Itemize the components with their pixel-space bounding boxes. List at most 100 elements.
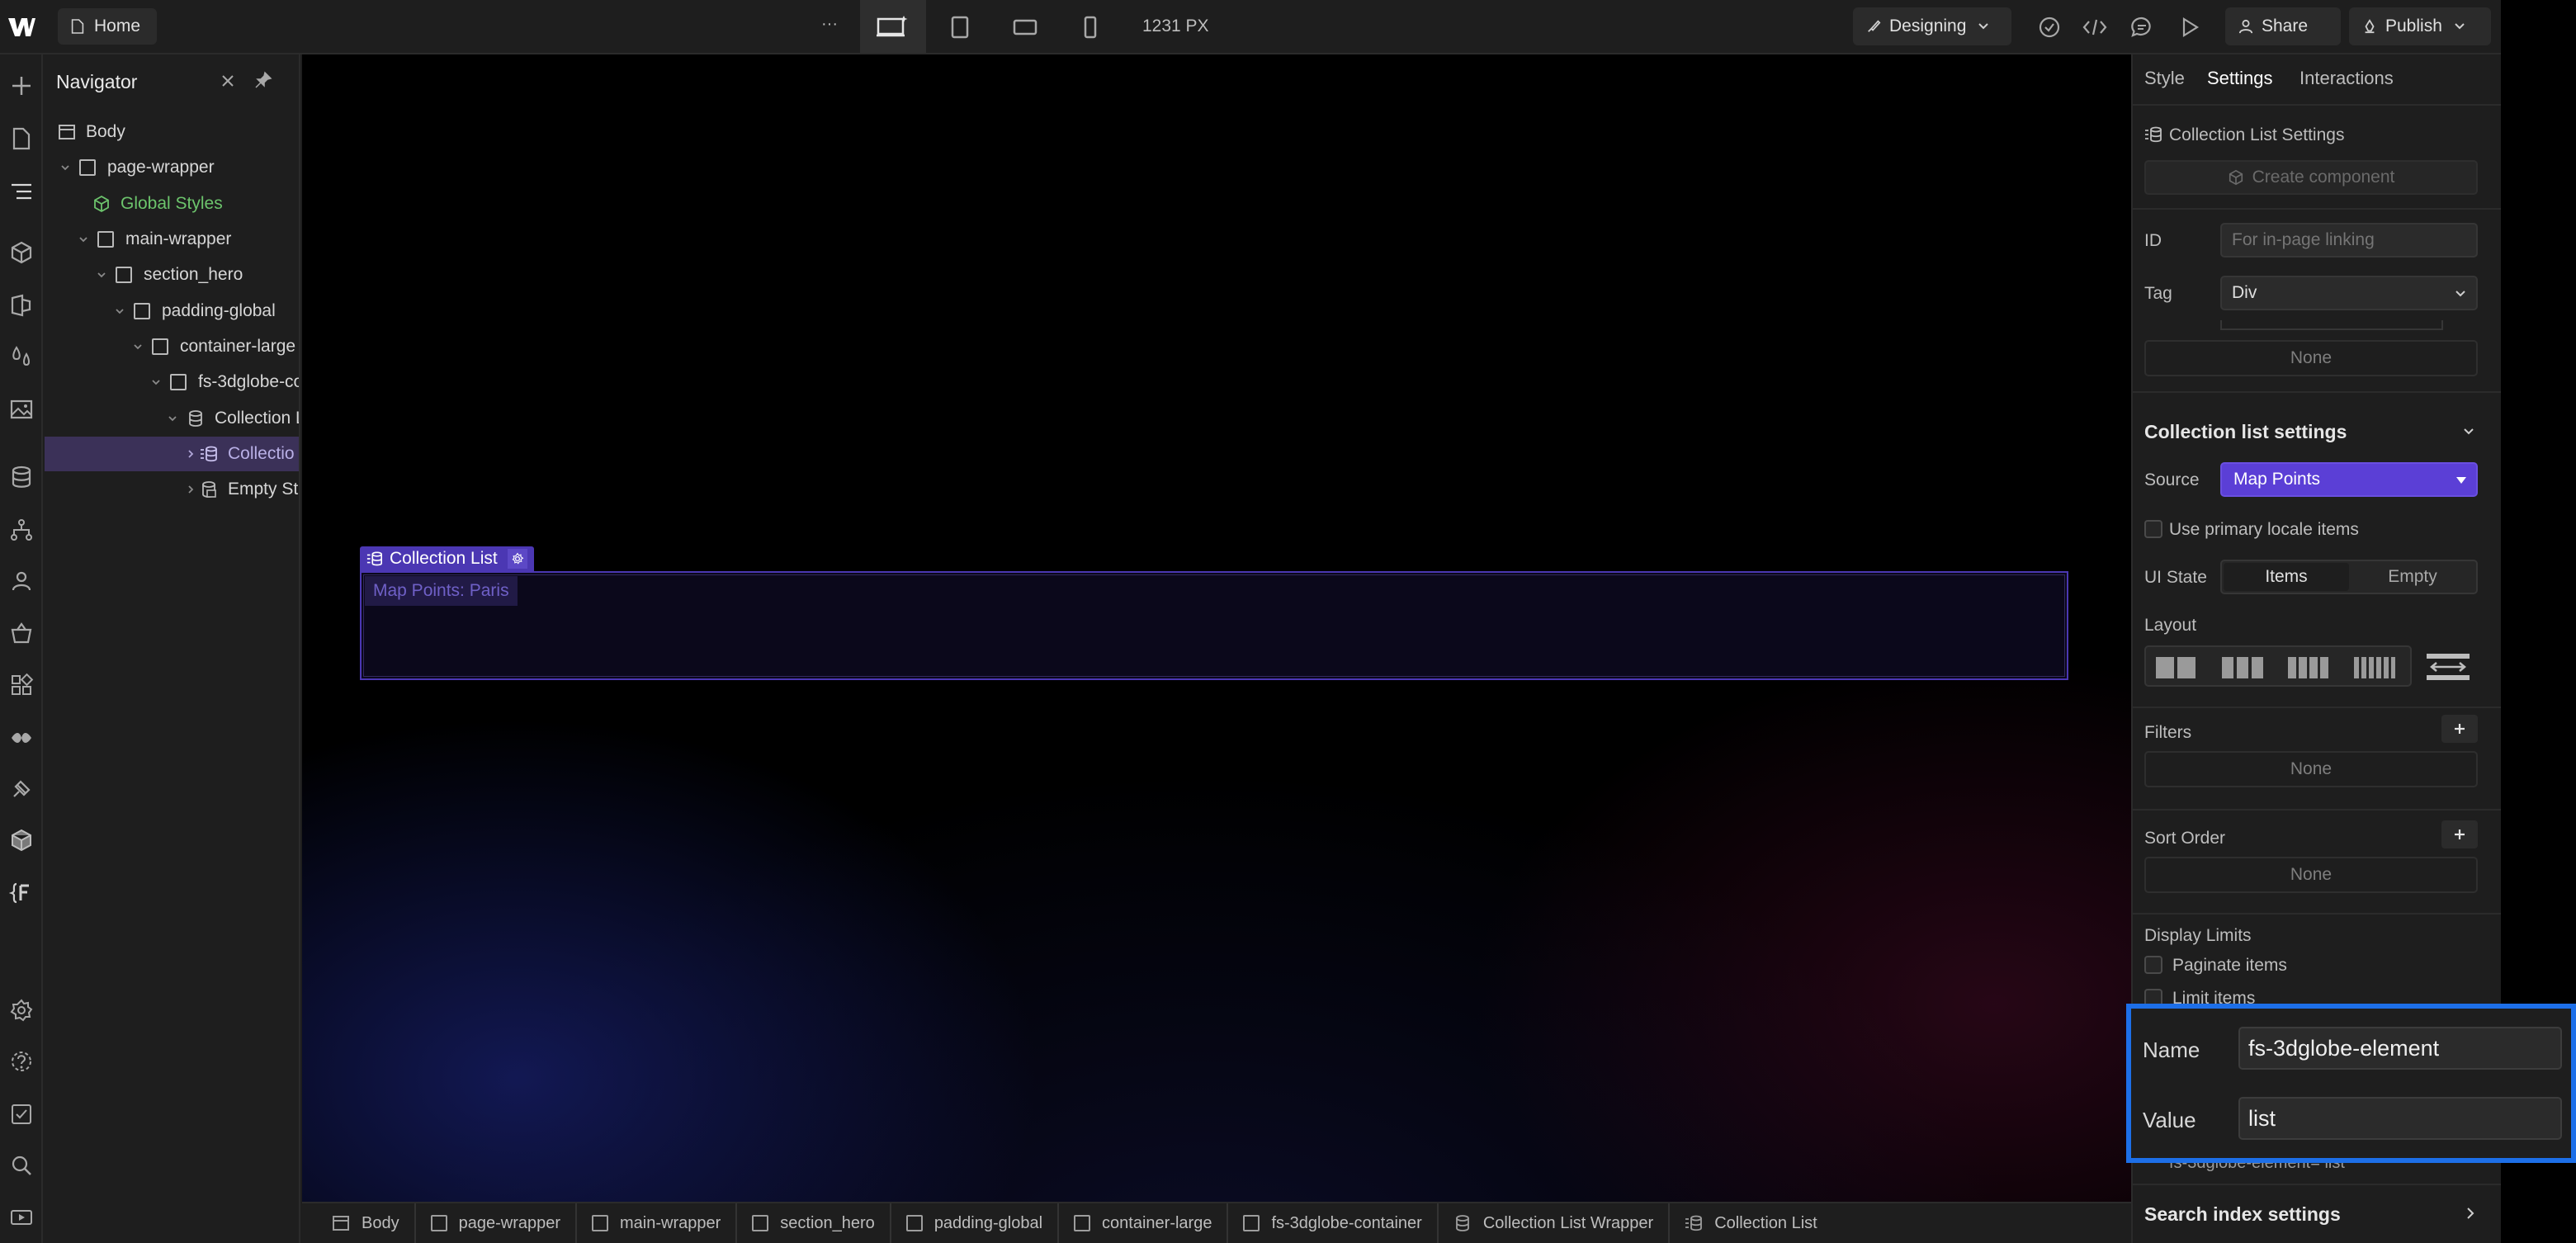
webflow-logo[interactable] — [7, 15, 36, 40]
close-icon[interactable] — [220, 73, 236, 89]
share-button[interactable]: Share — [2225, 7, 2341, 45]
box-icon[interactable] — [7, 825, 36, 855]
tree-item-main-wrapper[interactable]: main-wrapper — [45, 222, 299, 257]
breadcrumb-item[interactable]: section_hero — [737, 1203, 891, 1243]
pages-icon[interactable] — [7, 124, 36, 154]
attribute-name-input[interactable]: fs-3dglobe-element — [2238, 1027, 2562, 1070]
tree-item-collection-list-selected[interactable]: Collectio — [45, 437, 299, 471]
create-component-button[interactable]: Create component — [2144, 160, 2478, 195]
mode-dropdown[interactable]: Designing — [1853, 7, 2011, 45]
help-icon[interactable] — [7, 1047, 36, 1076]
chevron-down-icon — [97, 272, 106, 278]
search-index-title[interactable]: Search index settings — [2144, 1203, 2341, 1226]
tree-item-padding-global[interactable]: padding-global — [45, 294, 299, 328]
attribute-name-value: fs-3dglobe-element — [2248, 1035, 2440, 1061]
breadcrumb-item[interactable]: padding-global — [891, 1203, 1060, 1243]
tab-style[interactable]: Style — [2144, 68, 2185, 89]
layout-4-column-icon[interactable] — [2288, 657, 2329, 678]
id-input[interactable] — [2220, 223, 2478, 258]
element-settings-icon[interactable] — [507, 549, 527, 569]
breadcrumb-item[interactable]: Collection List Wrapper — [1439, 1203, 1671, 1243]
preview-play-icon[interactable] — [2177, 15, 2202, 40]
settings-icon[interactable] — [7, 995, 36, 1025]
layout-advanced-icon[interactable] — [2427, 654, 2470, 680]
collection-list-icon — [1685, 1214, 1703, 1232]
assets-icon[interactable] — [7, 395, 36, 424]
attribute-none-box: None — [2144, 340, 2478, 376]
chevron-right-icon[interactable] — [2466, 1207, 2474, 1220]
publish-button[interactable]: Publish — [2349, 7, 2491, 45]
add-sort-button[interactable] — [2441, 820, 2478, 848]
tablet-icon[interactable] — [948, 15, 972, 40]
apps-icon[interactable] — [7, 670, 36, 700]
ui-state-items-button[interactable]: Items — [2224, 563, 2349, 591]
breadcrumb-item[interactable]: fs-3dglobe-container — [1228, 1203, 1439, 1243]
comments-icon[interactable] — [2129, 15, 2154, 40]
source-select[interactable]: Map Points — [2220, 462, 2478, 497]
element-tag[interactable]: Collection List — [360, 546, 534, 571]
logic-icon[interactable] — [7, 515, 36, 545]
layout-1-column-icon[interactable] — [2156, 657, 2197, 678]
tree-item-page-wrapper[interactable]: page-wrapper — [45, 150, 299, 185]
tree-item-global-styles[interactable]: Global Styles — [45, 187, 299, 221]
plugin-icon[interactable] — [7, 774, 36, 804]
tree-item-body[interactable]: Body — [45, 115, 299, 149]
ui-state-empty-label: Empty — [2388, 567, 2437, 586]
mobile-landscape-icon[interactable] — [1012, 15, 1038, 40]
f-script-icon[interactable] — [7, 878, 36, 908]
breakpoint-desktop-button[interactable] — [860, 0, 926, 53]
code-icon[interactable] — [2082, 15, 2108, 40]
breadcrumb-item[interactable]: main-wrapper — [577, 1203, 738, 1243]
layout-6-column-icon[interactable] — [2354, 657, 2395, 678]
breadcrumb-item[interactable]: container-large — [1059, 1203, 1229, 1243]
pin-icon[interactable] — [254, 71, 272, 89]
collection-list-selection[interactable]: Map Points: Paris — [360, 571, 2068, 680]
breadcrumb-label: container-large — [1102, 1213, 1212, 1232]
video-tutorial-icon[interactable] — [7, 1202, 36, 1231]
tab-interactions[interactable]: Interactions — [2299, 68, 2394, 89]
breadcrumb-item[interactable]: Collection List — [1670, 1203, 1832, 1243]
breadcrumb-item[interactable]: page-wrapper — [416, 1203, 578, 1243]
finsweet-icon[interactable] — [7, 723, 36, 753]
mode-label: Designing — [1889, 17, 1967, 35]
more-button[interactable]: ··· — [817, 15, 842, 40]
layout-3-column-icon[interactable] — [2222, 657, 2263, 678]
components-icon[interactable] — [7, 238, 36, 267]
tag-select[interactable]: Div — [2220, 276, 2478, 310]
tree-item-label: Global Styles — [121, 194, 223, 213]
search-icon[interactable] — [7, 1151, 36, 1180]
paginate-checkbox[interactable] — [2144, 956, 2162, 974]
breadcrumb-item[interactable]: Body — [317, 1203, 416, 1243]
primary-locale-checkbox[interactable] — [2144, 520, 2162, 538]
variables-icon[interactable] — [7, 342, 36, 371]
design-canvas[interactable]: Collection List Map Points: Paris — [302, 54, 2131, 1202]
add-icon[interactable] — [7, 71, 36, 101]
mobile-portrait-icon[interactable] — [1078, 15, 1103, 40]
navigator-title: Navigator — [56, 71, 138, 92]
tree-item-empty-state[interactable]: Empty St — [45, 472, 299, 507]
audit-check-icon[interactable] — [2037, 15, 2062, 40]
ecommerce-icon[interactable] — [7, 619, 36, 649]
tab-settings[interactable]: Settings — [2207, 68, 2273, 89]
tree-item-container-large[interactable]: container-large — [45, 329, 299, 364]
page-selector[interactable]: Home — [58, 8, 157, 45]
attribute-value-input[interactable]: list — [2238, 1097, 2562, 1140]
audit-checkbox-icon[interactable] — [7, 1099, 36, 1129]
cms-icon[interactable] — [7, 462, 36, 492]
tree-item-fs-3dglobe-container[interactable]: fs-3dglobe-co — [45, 365, 299, 399]
cl-settings-title[interactable]: Collection list settings — [2144, 421, 2347, 443]
navigator-icon[interactable] — [7, 177, 36, 206]
collection-item[interactable] — [363, 574, 2065, 677]
tree-item-collection-list-wrapper[interactable]: Collection L — [45, 401, 299, 436]
display-limits-label: Display Limits — [2144, 926, 2252, 945]
ui-state-empty-button[interactable]: Empty — [2351, 563, 2474, 591]
chevron-down-icon[interactable] — [2463, 428, 2474, 436]
add-filter-button[interactable] — [2441, 715, 2478, 743]
attribute-name-label: Name — [2143, 1037, 2200, 1062]
users-icon[interactable] — [7, 566, 36, 596]
div-block-icon — [152, 338, 168, 355]
chevron-down-icon — [152, 380, 160, 385]
style-selector-icon[interactable] — [7, 291, 36, 320]
source-label: Source — [2144, 470, 2200, 489]
tree-item-section-hero[interactable]: section_hero — [45, 258, 299, 292]
